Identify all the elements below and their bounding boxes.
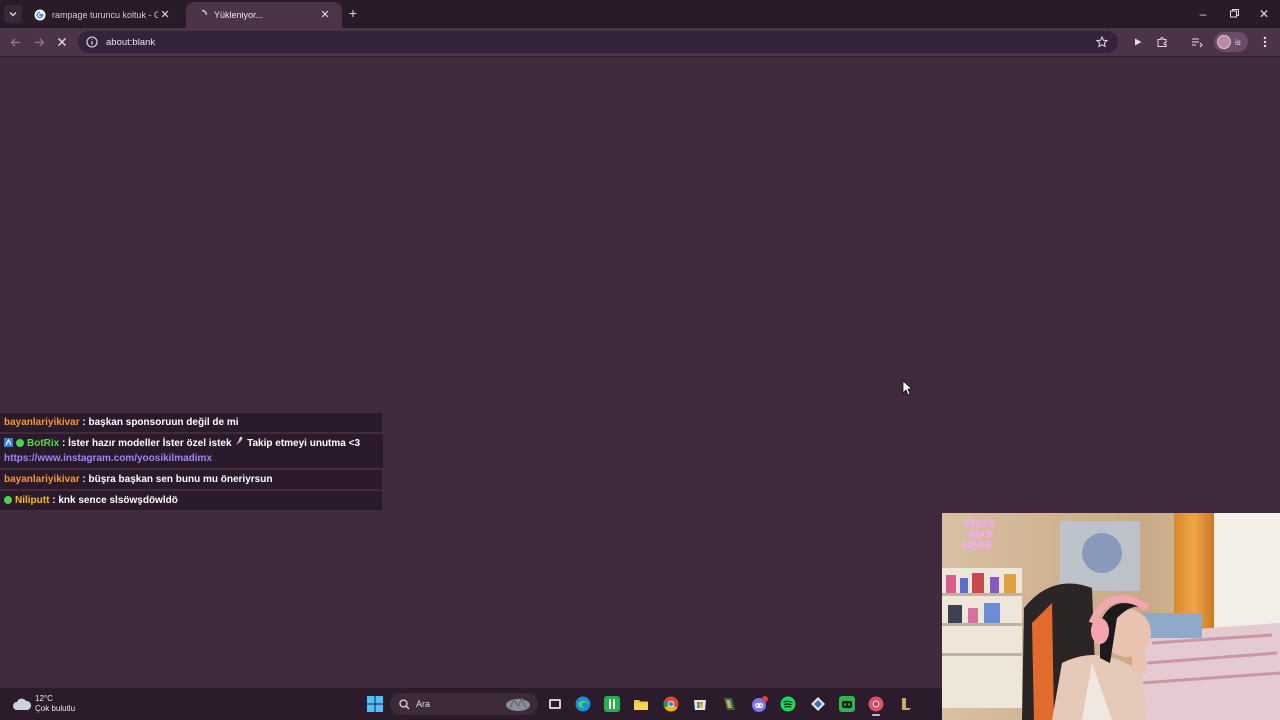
store-icon[interactable] — [692, 696, 708, 712]
task-view-icon[interactable] — [547, 696, 563, 712]
discord-icon[interactable] — [751, 696, 768, 712]
tab-title: Yükleniyor... — [214, 10, 264, 20]
restore-icon[interactable] — [1225, 5, 1243, 23]
close-tab-icon[interactable]: ✕ — [318, 8, 332, 22]
nail-polish-emoji-icon — [234, 436, 247, 449]
google-icon — [34, 9, 46, 21]
webcam-feed: SHOX WAS HERE — [942, 513, 1280, 720]
loading-spinner-icon — [196, 9, 208, 21]
more-menu-icon[interactable] — [1257, 34, 1273, 50]
chevron-down-icon — [9, 12, 17, 17]
media-play-icon[interactable] — [1130, 34, 1146, 50]
active-app-indicator — [872, 714, 880, 716]
minimize-icon[interactable]: – — [1194, 5, 1212, 23]
search-icon — [399, 698, 410, 709]
profile-label: is — [1235, 37, 1241, 47]
browser-toolbar: about:blank is — [0, 28, 1280, 57]
tab-search-button[interactable] — [4, 5, 22, 23]
back-arrow-icon[interactable] — [7, 34, 23, 50]
stop-loading-icon[interactable] — [54, 34, 70, 50]
stream-chat-overlay: bayanlariyikivar : başkan sponsoruun değ… — [0, 413, 383, 512]
address-bar[interactable]: about:blank — [78, 31, 1118, 53]
spotify-icon[interactable] — [780, 696, 796, 712]
chat-message: bayanlariyikivar : büşra başkan sen bunu… — [0, 470, 382, 489]
verified-badge-icon — [4, 496, 12, 504]
weather-widget[interactable]: 12°C Çok bulutlu — [12, 694, 75, 714]
network-app-icon[interactable] — [810, 696, 826, 712]
chat-text: knk sence slsöwşdöwldö — [58, 495, 178, 506]
reading-list-icon[interactable] — [1189, 34, 1205, 50]
neon-sign-line-3: HERE — [962, 540, 993, 552]
tab-google-search[interactable]: rampage turuncu koltuk - Goog ✕ — [24, 2, 182, 28]
chat-text: İster hazır modeller İster özel istek — [68, 438, 232, 449]
mouse-cursor-icon — [902, 380, 912, 396]
chat-message: bayanlariyikivar : başkan sponsoruun değ… — [0, 413, 382, 432]
close-window-icon[interactable]: ✕ — [1255, 5, 1273, 23]
verified-badge-icon — [16, 439, 24, 447]
forward-arrow-icon[interactable] — [31, 34, 47, 50]
bookmark-star-icon[interactable] — [1096, 36, 1108, 48]
chat-link[interactable]: https://www.instagram.com/yoosikilmadimx — [4, 453, 212, 464]
game-icon[interactable] — [721, 696, 737, 712]
chat-text-continued: Takip etmeyi unutma <3 — [247, 438, 361, 449]
weather-temp: 12°C — [35, 694, 53, 703]
tab-title: rampage turuncu koltuk - Goog — [52, 10, 158, 20]
search-highlight-icon — [506, 697, 530, 711]
weather-condition: Çok bulutlu — [35, 704, 76, 713]
chat-message: BotRix : İster hazır modeller İster özel… — [0, 434, 383, 468]
edge-icon[interactable] — [575, 696, 591, 712]
windows-start-icon[interactable] — [367, 696, 383, 712]
chat-message: Niliputt : knk sence slsöwşdöwldö — [0, 491, 382, 510]
info-icon[interactable] — [86, 36, 98, 48]
chat-username: bayanlariyikivar — [4, 474, 80, 485]
chat-username: bayanlariyikivar — [4, 417, 80, 428]
chat-username: Niliputt — [15, 495, 50, 506]
chat-text: büşra başkan sen bunu mu öneriyrsun — [88, 474, 273, 485]
tab-loading[interactable]: Yükleniyor... ✕ — [186, 2, 342, 28]
chat-separator: : — [82, 474, 86, 485]
chrome-active-icon[interactable] — [868, 696, 884, 716]
green-bot-icon[interactable] — [839, 696, 855, 712]
league-icon[interactable] — [898, 696, 914, 712]
taskbar-search[interactable]: Ara — [390, 693, 538, 715]
webcam-image: SHOX WAS HERE — [942, 513, 1280, 720]
chat-separator: : — [52, 495, 56, 506]
cloud-icon — [13, 698, 32, 710]
chat-separator: : — [62, 438, 66, 449]
profile-button[interactable]: is — [1214, 32, 1248, 52]
bot-badge-icon — [4, 437, 13, 447]
avatar — [1217, 35, 1231, 49]
extensions-icon[interactable] — [1154, 34, 1170, 50]
new-tab-icon[interactable]: + — [346, 6, 360, 20]
tab-strip: rampage turuncu koltuk - Goog ✕ Yükleniy… — [0, 0, 1280, 28]
green-app-icon[interactable] — [604, 696, 620, 712]
chat-username: BotRix — [27, 438, 60, 449]
search-placeholder: Ara — [416, 699, 431, 709]
chrome-icon[interactable] — [663, 696, 679, 712]
file-explorer-icon[interactable] — [633, 696, 649, 712]
windows-taskbar: 12°C Çok bulutlu Ara — [0, 688, 942, 720]
chat-text: başkan sponsoruun değil de mi — [88, 417, 239, 428]
close-tab-icon[interactable]: ✕ — [158, 8, 172, 22]
chat-separator: : — [82, 417, 86, 428]
url-text[interactable]: about:blank — [106, 37, 155, 48]
